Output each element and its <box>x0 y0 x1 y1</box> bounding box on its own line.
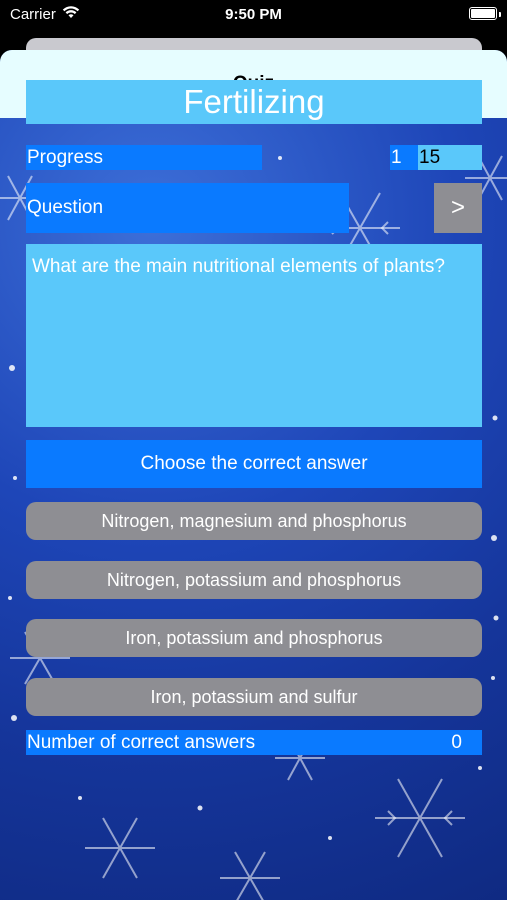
progress-current: 1 <box>390 145 418 170</box>
status-bar: Carrier 9:50 PM <box>0 0 507 30</box>
progress-total: 15 <box>418 145 482 170</box>
battery-icon <box>469 7 497 20</box>
question-label: Question <box>26 183 349 233</box>
correct-answers-label: Number of correct answers <box>27 732 256 753</box>
clock: 9:50 PM <box>225 6 282 23</box>
choose-answer-label: Choose the correct answer <box>26 440 482 488</box>
quiz-topic-title: Fertilizing <box>26 80 482 124</box>
answer-button-2[interactable]: Nitrogen, potassium and phosphorus <box>26 561 482 599</box>
answer-button-3[interactable]: Iron, potassium and phosphorus <box>26 619 482 657</box>
battery-tip <box>499 12 501 17</box>
correct-answers-bar: Number of correct answers 0 <box>26 730 482 755</box>
progress-label: Progress <box>26 145 262 170</box>
answer-button-4[interactable]: Iron, potassium and sulfur <box>26 678 482 716</box>
question-text: What are the main nutritional elements o… <box>26 244 482 427</box>
next-question-button[interactable]: > <box>434 183 482 233</box>
correct-answers-count: 0 <box>451 732 462 753</box>
answer-button-1[interactable]: Nitrogen, magnesium and phosphorus <box>26 502 482 540</box>
